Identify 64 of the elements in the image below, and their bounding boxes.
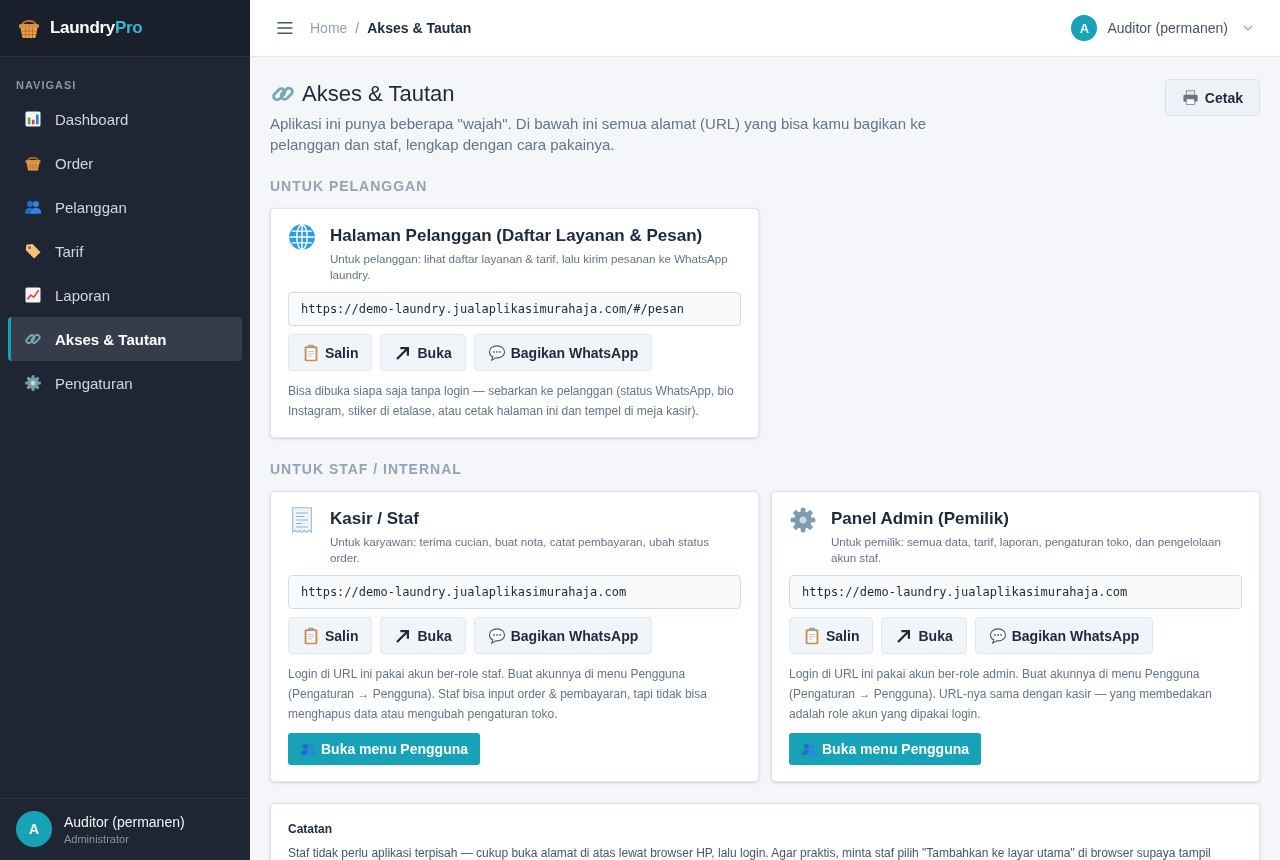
- open-button[interactable]: Buka: [881, 617, 967, 654]
- open-button[interactable]: Buka: [380, 334, 466, 371]
- card-subtitle: Untuk pemilik: semua data, tarif, laporan, pengaturan toko, dan pengelolaan akun staf.: [831, 534, 1222, 566]
- people-icon: [801, 741, 817, 757]
- breadcrumb-link[interactable]: Akses & Tautan: [367, 20, 472, 36]
- speech-bubble-icon: [988, 626, 1007, 645]
- card-title: Halaman Pelanggan (Daftar Layanan & Pesan): [330, 225, 704, 247]
- people-icon: [24, 198, 42, 216]
- clipboard-icon: [302, 343, 320, 362]
- speech-bubble-icon: [487, 343, 506, 362]
- card-note: Bisa dibuka siapa saja tanpa login — sebarkan ke pelanggan (status WhatsApp, bio Instagram, stiker di etalase, atau cetak halaman ini dan tempel di meja kasir).: [288, 383, 735, 420]
- note-text: Staf tidak perlu aplikasi terpisah — cukup buka alamat di atas lewat browser HP, lalu login. Agar praktis, minta staf pilih "Tambahkan ke layar utama" di browser supaya tampil: [288, 845, 1212, 860]
- note-title: Catatan: [288, 821, 333, 837]
- nav-item[interactable]: Dashboard: [8, 97, 242, 141]
- user-name: Auditor (permanen): [64, 813, 185, 830]
- user-role: Administrator: [64, 832, 130, 845]
- card-title: Panel Admin (Pemilik): [831, 508, 1010, 530]
- url-field[interactable]: https://demo-laundry.jualaplikasimurahaja.com/#/pesan: [288, 292, 741, 326]
- gear-icon: [789, 506, 817, 534]
- avatar: A: [16, 811, 52, 847]
- bar-chart-icon: [24, 110, 42, 128]
- copy-button[interactable]: Salin: [288, 617, 373, 654]
- page-description: Aplikasi ini punya beberapa "wajah". Di bawah ini semua alamat (URL) yang bisa kamu bagikan ke pelanggan dan staf, lengkap dengan cara pakainya.: [270, 114, 927, 155]
- copy-button[interactable]: Salin: [789, 617, 874, 654]
- nav-item[interactable]: Akses & Tautan: [8, 317, 242, 361]
- people-icon: [300, 741, 316, 757]
- copy-button[interactable]: Salin: [288, 334, 373, 371]
- print-button[interactable]: Cetak: [1164, 79, 1260, 116]
- nav-item[interactable]: Pelanggan: [8, 185, 242, 229]
- nav-item[interactable]: Tarif: [8, 229, 242, 273]
- clipboard-icon: [803, 626, 821, 645]
- tag-icon: [24, 242, 42, 260]
- card-subtitle: Untuk pelanggan: lihat daftar layanan & tarif, lalu kirim pesanan ke WhatsApp laundry.: [330, 251, 729, 283]
- share-button[interactable]: Bagikan WhatsApp: [473, 617, 653, 654]
- card-note: Login di URL ini pakai akun ber-role admin. Buat akunnya di menu Pengguna (Pengaturan → Pengguna). URL-nya sama dengan kasir — yang membedakan adalah role akun yang dipakai login.: [789, 666, 1213, 723]
- brand-name: LaundryPro: [50, 18, 143, 38]
- nav-item[interactable]: Pengaturan: [8, 361, 242, 405]
- basket-icon: [24, 154, 42, 172]
- avatar: A: [1071, 15, 1098, 41]
- card-note: Login di URL ini pakai akun ber-role staf. Buat akunnya di menu Pengguna (Pengaturan → Pengguna). Staf bisa input order & pembayaran, tapi tidak bisa menghapus data atau mengubah pengaturan toko.: [288, 666, 708, 723]
- user-menu[interactable]: A Auditor (permanen): [1071, 15, 1254, 41]
- menu-button[interactable]: [276, 19, 294, 37]
- speech-bubble-icon: [487, 626, 506, 645]
- globe-icon: [288, 223, 316, 251]
- section-heading: UNTUK STAF / INTERNAL: [270, 461, 463, 477]
- url-field[interactable]: https://demo-laundry.jualaplikasimurahaja.com: [288, 575, 741, 609]
- printer-icon: [1181, 89, 1199, 106]
- nav-item[interactable]: Order: [8, 141, 242, 185]
- share-button[interactable]: Bagikan WhatsApp: [473, 334, 653, 371]
- clipboard-icon: [302, 626, 320, 645]
- gear-icon: [24, 374, 42, 392]
- share-button[interactable]: Bagikan WhatsApp: [974, 617, 1154, 654]
- menu-icon: [276, 19, 294, 37]
- card-title: Kasir / Staf: [330, 508, 420, 530]
- section-heading: UNTUK PELANGGAN: [270, 178, 429, 194]
- url-field[interactable]: https://demo-laundry.jualaplikasimurahaja.com: [789, 575, 1242, 609]
- nav-item[interactable]: Laporan: [8, 273, 242, 317]
- user-name: Auditor (permanen): [1107, 20, 1228, 36]
- nav-section-label: NAVIGASI: [15, 78, 78, 93]
- breadcrumb-separator: /: [355, 20, 360, 36]
- page-title: Akses & Tautan: [302, 81, 455, 107]
- open-button[interactable]: Buka: [380, 617, 466, 654]
- line-chart-icon: [24, 286, 42, 304]
- card-subtitle: Untuk karyawan: terima cucian, buat nota, catat pembayaran, ubah status order.: [330, 534, 710, 566]
